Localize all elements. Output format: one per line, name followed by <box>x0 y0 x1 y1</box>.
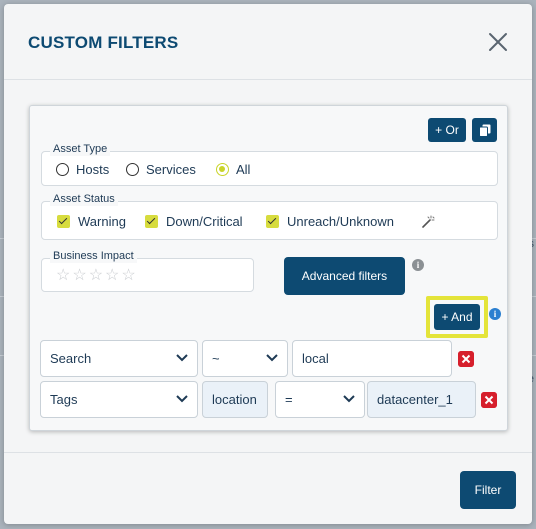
operator-select-value: = <box>285 392 293 407</box>
services-label: Services <box>146 162 196 177</box>
asset-type-legend: Asset Type <box>50 142 111 156</box>
status-unreach-unknown[interactable]: Unreach/Unknown <box>266 214 394 229</box>
magic-wand-icon[interactable] <box>422 215 435 228</box>
field-select-value: Tags <box>50 392 78 407</box>
advanced-filters-label: Advanced filters <box>301 269 388 283</box>
operator-select[interactable]: = <box>275 381 365 418</box>
add-or-label: + Or <box>435 123 459 137</box>
field-select-value: Search <box>50 351 92 366</box>
search-value-input[interactable]: local <box>292 340 452 377</box>
asset-type-hosts[interactable]: Hosts <box>56 162 109 177</box>
filter-button[interactable]: Filter <box>460 471 516 509</box>
asset-type-group: Asset Type Hosts Services All <box>41 142 498 186</box>
status-warning[interactable]: Warning <box>57 214 126 229</box>
remove-filter-icon[interactable] <box>458 351 474 367</box>
all-label: All <box>236 162 251 177</box>
add-or-button[interactable]: + Or <box>428 118 466 142</box>
tag-value-input[interactable]: datacenter_1 <box>367 381 476 418</box>
modal-title: CUSTOM FILTERS <box>28 33 179 52</box>
remove-filter-icon[interactable] <box>481 392 497 408</box>
filter-builder-card: + Or Asset Type Hosts Services All Asset… <box>29 105 508 431</box>
business-impact-group: Business Impact ☆☆☆☆☆ <box>41 249 254 292</box>
checkbox-checked[interactable] <box>145 215 158 228</box>
operator-select-value: ~ <box>212 351 220 366</box>
asset-type-services[interactable]: Services <box>126 162 196 177</box>
warning-label: Warning <box>78 214 126 229</box>
info-icon[interactable]: i <box>412 259 424 271</box>
asset-status-group: Asset Status Warning Down/Critical Unrea… <box>41 192 498 240</box>
checkbox-checked[interactable] <box>266 215 279 228</box>
star-rating[interactable]: ☆☆☆☆☆ <box>56 265 138 285</box>
custom-filters-modal: CUSTOM FILTERS + Or Asset Type Hosts Ser… <box>4 4 532 524</box>
search-value-text: local <box>302 351 329 366</box>
close-icon[interactable] <box>486 30 510 54</box>
chevron-down-icon <box>343 395 355 403</box>
checkbox-checked[interactable] <box>57 215 70 228</box>
tag-name-text: location <box>212 392 257 407</box>
unreach-unknown-label: Unreach/Unknown <box>287 214 394 229</box>
chevron-down-icon <box>176 395 188 403</box>
field-select[interactable]: Search <box>40 340 198 377</box>
asset-status-legend: Asset Status <box>50 192 118 206</box>
tag-value-text: datacenter_1 <box>377 392 453 407</box>
hosts-label: Hosts <box>76 162 110 177</box>
chevron-down-icon <box>266 354 278 362</box>
add-and-button[interactable]: + And <box>434 304 480 330</box>
radio-unselected[interactable] <box>126 163 139 176</box>
asset-type-all[interactable]: All <box>216 162 250 177</box>
operator-select[interactable]: ~ <box>202 340 288 377</box>
radio-selected[interactable] <box>216 163 229 176</box>
status-down-critical[interactable]: Down/Critical <box>145 214 243 229</box>
field-select[interactable]: Tags <box>40 381 198 418</box>
radio-unselected[interactable] <box>56 163 69 176</box>
business-impact-legend: Business Impact <box>50 249 137 263</box>
duplicate-button[interactable] <box>472 118 497 142</box>
chevron-down-icon <box>176 354 188 362</box>
down-critical-label: Down/Critical <box>166 214 243 229</box>
modal-footer <box>4 452 532 524</box>
add-and-label: + And <box>441 310 473 324</box>
copy-icon <box>478 124 490 137</box>
info-icon[interactable]: i <box>489 308 501 320</box>
advanced-filters-button[interactable]: Advanced filters <box>284 257 405 295</box>
tag-name-field[interactable]: location <box>202 381 268 418</box>
modal-header: CUSTOM FILTERS <box>4 4 532 80</box>
